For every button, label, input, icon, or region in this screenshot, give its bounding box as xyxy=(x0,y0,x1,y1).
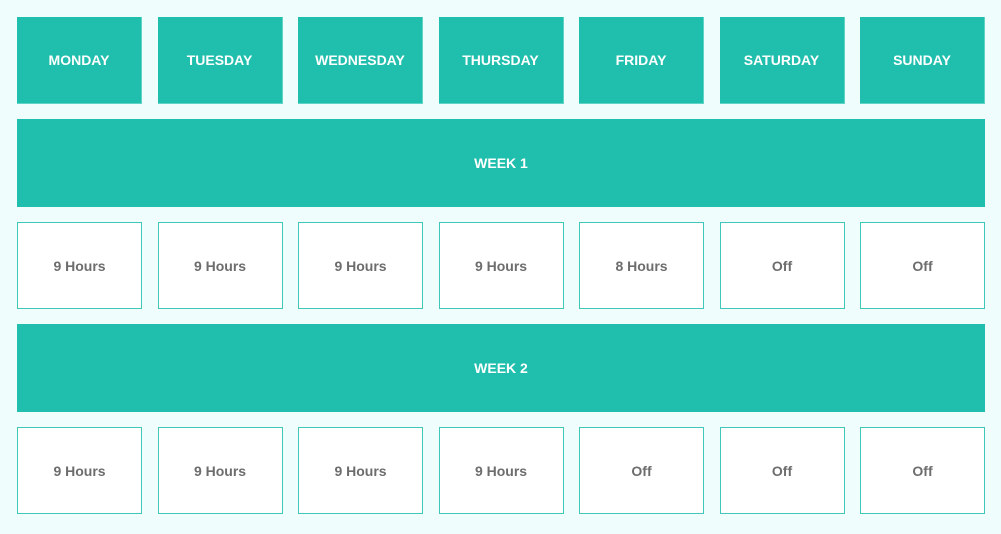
hours-cell: 9 Hours xyxy=(438,222,564,309)
hours-cell: 9 Hours xyxy=(17,222,142,309)
hours-cell: 9 Hours xyxy=(298,427,423,514)
day-header-sunday: SUNDAY xyxy=(860,17,985,104)
week-2-banner: WEEK 2 xyxy=(17,324,985,412)
week-1-banner: WEEK 1 xyxy=(17,119,985,207)
hours-cell: Off xyxy=(860,427,985,514)
day-header-tuesday: TUESDAY xyxy=(157,17,283,104)
hours-cell: Off xyxy=(860,222,985,309)
day-header-row: MONDAY TUESDAY WEDNESDAY THURSDAY FRIDAY… xyxy=(17,17,985,104)
day-header-monday: MONDAY xyxy=(17,17,142,104)
hours-cell: Off xyxy=(719,427,845,514)
hours-cell: Off xyxy=(579,427,704,514)
day-header-saturday: SATURDAY xyxy=(719,17,845,104)
hours-cell: 8 Hours xyxy=(579,222,704,309)
hours-cell: 9 Hours xyxy=(157,427,283,514)
day-header-thursday: THURSDAY xyxy=(438,17,564,104)
week-2-hours-row: 9 Hours 9 Hours 9 Hours 9 Hours Off Off … xyxy=(17,427,985,514)
day-header-friday: FRIDAY xyxy=(579,17,704,104)
week-1-hours-row: 9 Hours 9 Hours 9 Hours 9 Hours 8 Hours … xyxy=(17,222,985,309)
hours-cell: 9 Hours xyxy=(298,222,423,309)
day-header-wednesday: WEDNESDAY xyxy=(298,17,423,104)
hours-cell: 9 Hours xyxy=(17,427,142,514)
schedule-grid: MONDAY TUESDAY WEDNESDAY THURSDAY FRIDAY… xyxy=(17,17,985,514)
hours-cell: 9 Hours xyxy=(438,427,564,514)
hours-cell: 9 Hours xyxy=(157,222,283,309)
hours-cell: Off xyxy=(719,222,845,309)
